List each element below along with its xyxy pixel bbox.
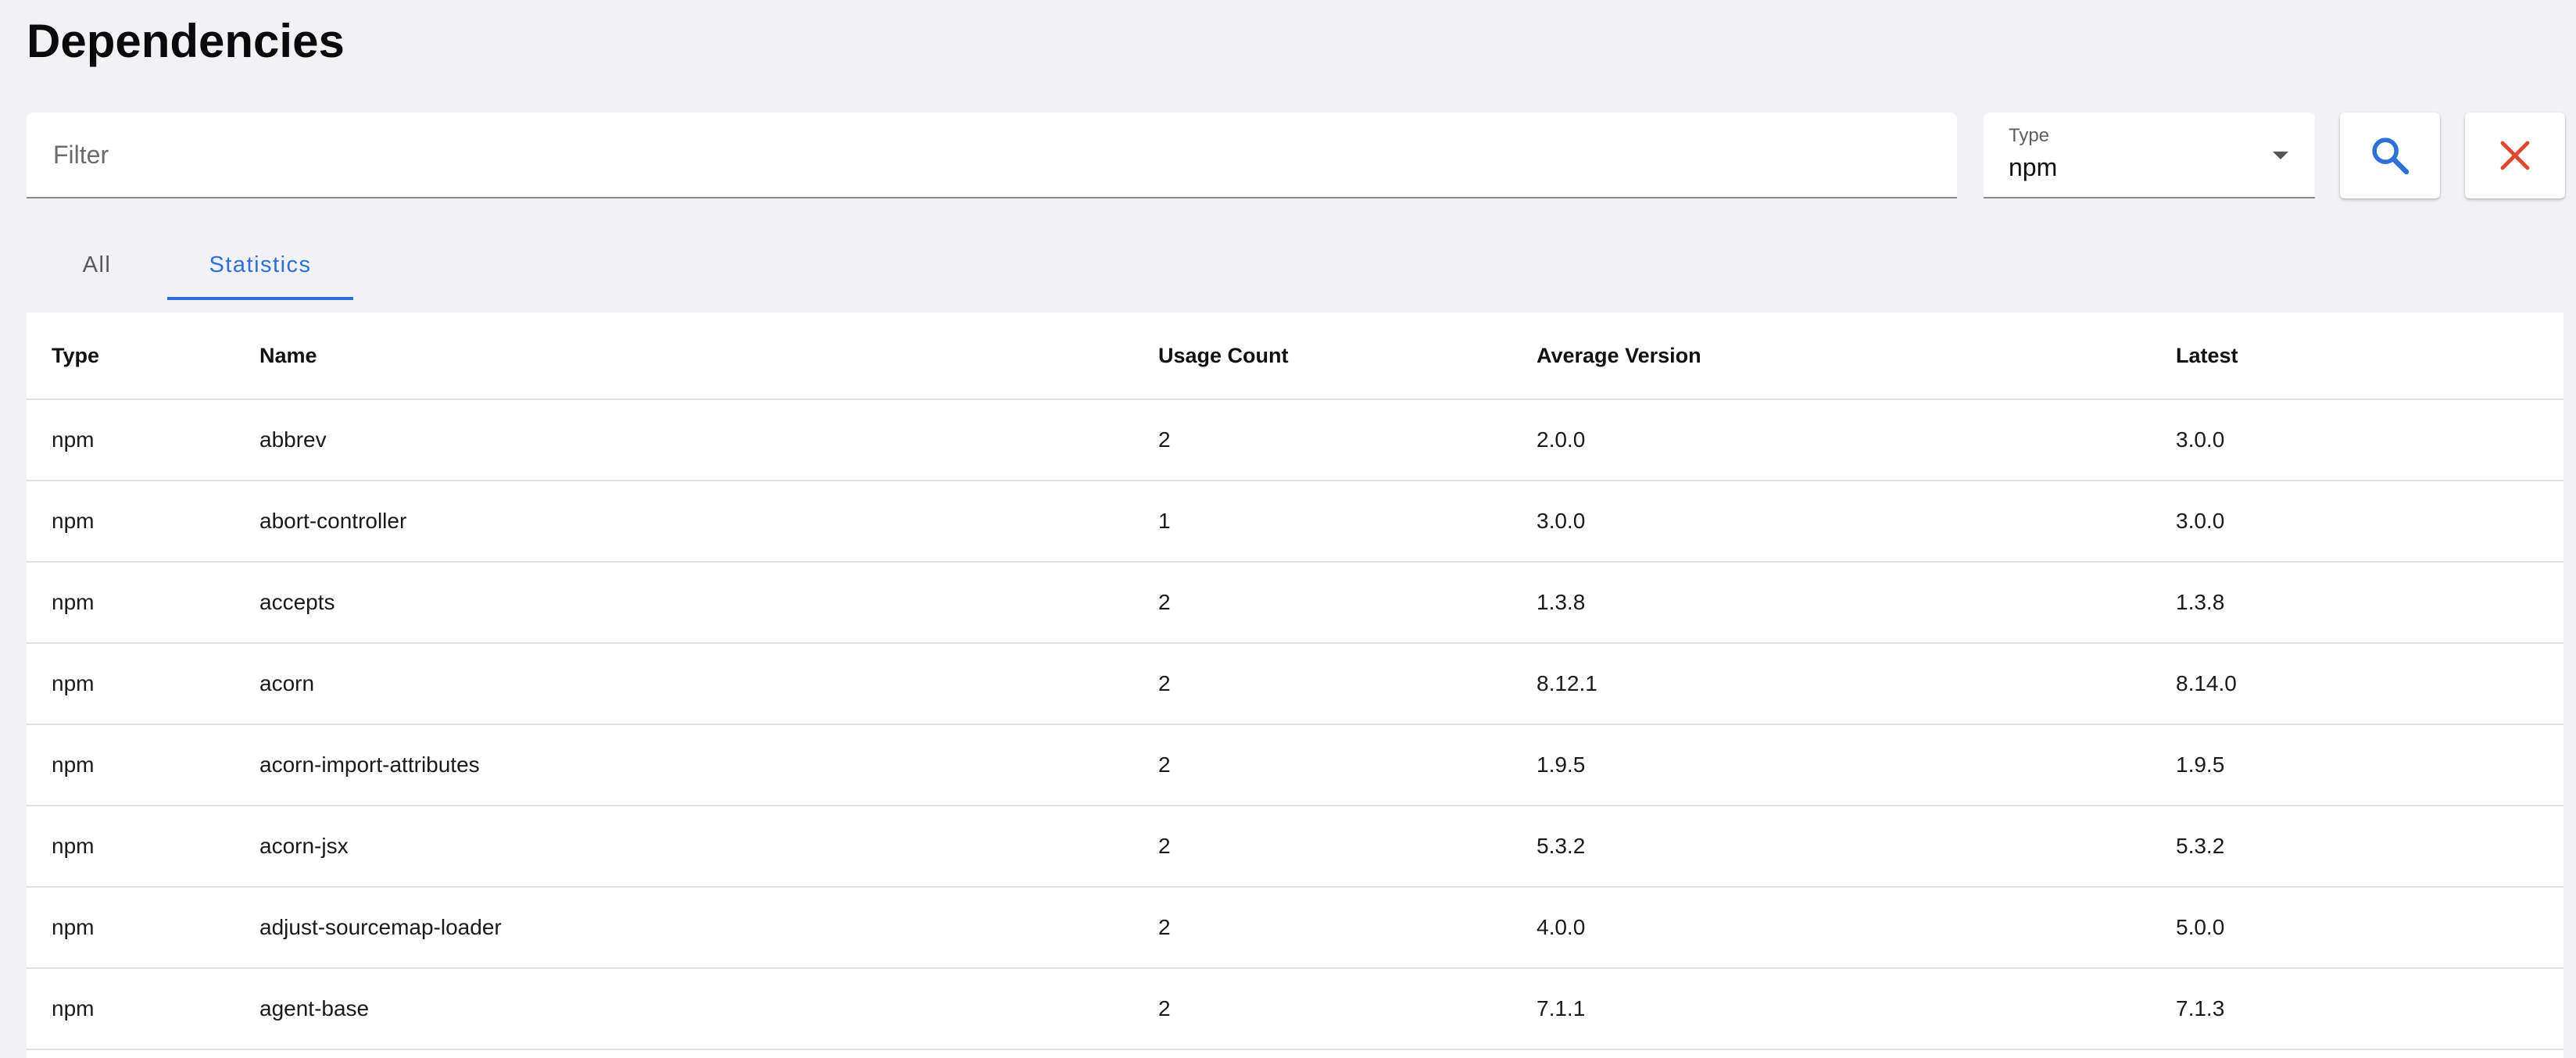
cell-type: npm <box>27 806 234 888</box>
cell-average-version: 8.12.1 <box>1512 643 2151 725</box>
type-select-label: Type <box>2009 125 2050 146</box>
chevron-down-icon <box>2273 152 2288 159</box>
table-row[interactable]: npm abbrev 2 2.0.0 3.0.0 <box>27 399 2563 481</box>
table-row[interactable]: npm accepts 2 1.3.8 1.3.8 <box>27 562 2563 644</box>
cell-latest: 8.14.0 <box>2151 643 2563 725</box>
table-row[interactable]: npm agent-base 2 7.1.1 7.1.3 <box>27 968 2563 1050</box>
table-row[interactable]: npm acorn-jsx 2 5.3.2 5.3.2 <box>27 806 2563 888</box>
filter-input[interactable] <box>52 113 1930 197</box>
cell-type: npm <box>27 481 234 563</box>
cell-latest: 5.0.0 <box>2151 887 2563 969</box>
cell-average-version: 1.9.5 <box>1512 724 2151 806</box>
cell-latest: 5.3.2 <box>2151 806 2563 888</box>
table-row[interactable]: npm abort-controller 1 3.0.0 3.0.0 <box>27 481 2563 563</box>
cell-average-version: 5.3.2 <box>1512 806 2151 888</box>
filter-field[interactable] <box>27 113 1957 198</box>
cell-latest: 7.1.3 <box>2151 968 2563 1050</box>
cell-type: npm <box>27 724 234 806</box>
cell-usage-count: 2 <box>1133 399 1512 481</box>
cell-type: npm <box>27 399 234 481</box>
cell-usage-count: 2 <box>1133 806 1512 888</box>
cell-average-version: 4.0.0 <box>1512 887 2151 969</box>
cell-latest: 1.9.5 <box>2151 724 2563 806</box>
cell-usage-count: 1 <box>1133 481 1512 563</box>
page-title: Dependencies <box>27 15 345 67</box>
cell-usage-count: 2 <box>1133 887 1512 969</box>
search-button[interactable] <box>2340 113 2440 198</box>
cell-type: npm <box>27 968 234 1050</box>
column-header-latest[interactable]: Latest <box>2151 313 2563 400</box>
cell-name: adjust-sourcemap-loader <box>234 887 1133 969</box>
cell-latest: 1.3.8 <box>2151 562 2563 644</box>
table-header-row: Type Name Usage Count Average Version La… <box>27 313 2563 400</box>
column-header-name[interactable]: Name <box>234 313 1133 400</box>
clear-button[interactable] <box>2465 113 2565 198</box>
cell-type: npm <box>27 887 234 969</box>
cell-usage-count: 2 <box>1133 968 1512 1050</box>
cell-name: acorn-jsx <box>234 806 1133 888</box>
statistics-table: Type Name Usage Count Average Version La… <box>27 313 2563 1058</box>
cell-type: npm <box>27 643 234 725</box>
cell-name: abbrev <box>234 399 1133 481</box>
type-select[interactable]: Type npm <box>1984 113 2315 198</box>
cell-name: accepts <box>234 562 1133 644</box>
table-row[interactable]: npm acorn 2 8.12.1 8.14.0 <box>27 643 2563 725</box>
cell-average-version: 2.0.0 <box>1512 399 2151 481</box>
table-row[interactable]: npm adjust-sourcemap-loader 2 4.0.0 5.0.… <box>27 887 2563 969</box>
cell-latest: 3.0.0 <box>2151 481 2563 563</box>
column-header-average-version[interactable]: Average Version <box>1512 313 2151 400</box>
cell-name: acorn-import-attributes <box>234 724 1133 806</box>
dependencies-page: Dependencies Type npm All Statistics <box>0 0 2576 1058</box>
cell-name: acorn <box>234 643 1133 725</box>
cell-name: abort-controller <box>234 481 1133 563</box>
cell-average-version: 3.0.0 <box>1512 481 2151 563</box>
table-row[interactable]: npm acorn-import-attributes 2 1.9.5 1.9.… <box>27 724 2563 806</box>
cell-usage-count: 2 <box>1133 562 1512 644</box>
cell-type: npm <box>27 562 234 644</box>
cell-average-version: 7.1.1 <box>1512 968 2151 1050</box>
cell-name: agent-base <box>234 968 1133 1050</box>
tab-statistics[interactable]: Statistics <box>167 230 353 300</box>
cell-average-version: 1.3.8 <box>1512 562 2151 644</box>
cell-usage-count: 2 <box>1133 643 1512 725</box>
search-icon <box>2372 138 2410 175</box>
close-icon <box>2500 141 2530 170</box>
column-header-type[interactable]: Type <box>27 313 234 400</box>
cell-latest: 3.0.0 <box>2151 399 2563 481</box>
column-header-usage-count[interactable]: Usage Count <box>1133 313 1512 400</box>
tab-all[interactable]: All <box>27 230 167 300</box>
cell-usage-count: 2 <box>1133 724 1512 806</box>
type-select-value: npm <box>2009 153 2058 181</box>
